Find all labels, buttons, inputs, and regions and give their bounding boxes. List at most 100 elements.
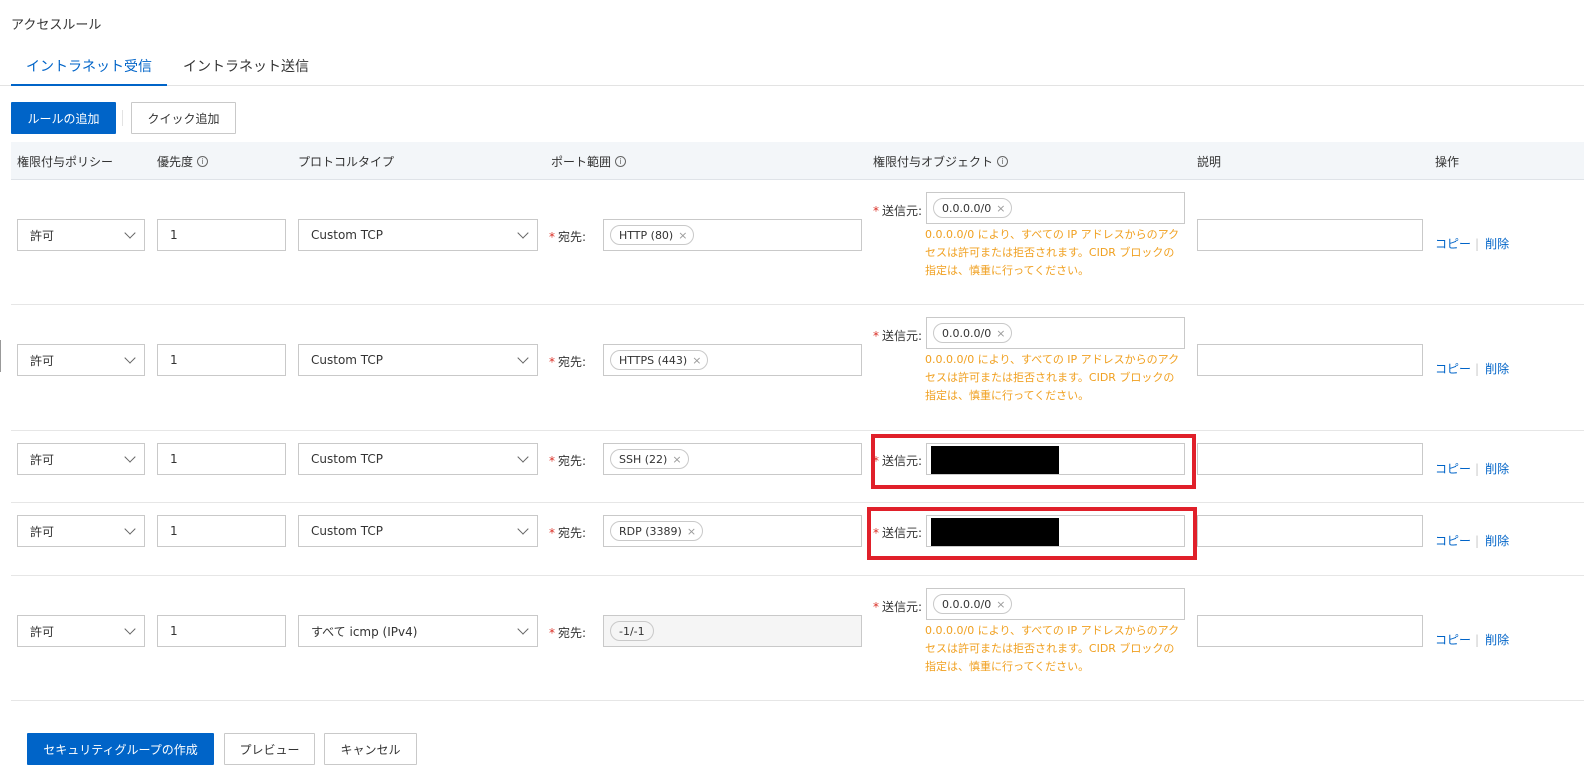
source-field[interactable]: 0.0.0.0/0 × — [926, 588, 1185, 620]
priority-input[interactable]: 1 — [157, 443, 286, 475]
preview-button[interactable]: プレビュー — [224, 733, 315, 765]
source-tag-label: 0.0.0.0/0 — [942, 201, 992, 215]
chevron-down-icon — [517, 227, 529, 239]
close-icon[interactable]: × — [996, 202, 1005, 215]
protocol-select[interactable]: Custom TCP — [298, 443, 538, 475]
port-tag-label: HTTP (80) — [619, 228, 674, 242]
action-separator: | — [1475, 461, 1480, 476]
tab-intranet-inbound[interactable]: イントラネット受信 — [11, 56, 167, 86]
header-auth-object: 権限付与オブジェクト i — [873, 153, 1009, 170]
table-row: 許可 1 Custom TCP * 宛先: HTTP (80) × * 送信元: 0.… — [11, 180, 1584, 305]
highlight-box — [871, 434, 1196, 489]
info-icon[interactable]: i — [197, 156, 209, 167]
delete-link[interactable]: 削除 — [1485, 532, 1509, 549]
description-input[interactable] — [1197, 443, 1423, 475]
port-tag: HTTP (80) × — [610, 225, 695, 245]
description-input[interactable] — [1197, 344, 1423, 376]
close-icon[interactable]: × — [678, 229, 687, 242]
chevron-down-icon — [517, 451, 529, 463]
delete-link[interactable]: 削除 — [1485, 460, 1509, 477]
close-icon[interactable]: × — [687, 525, 696, 538]
create-security-group-button[interactable]: セキュリティグループの作成 — [27, 733, 214, 765]
chevron-down-icon — [517, 623, 529, 635]
description-input[interactable] — [1197, 615, 1423, 647]
close-icon[interactable]: × — [996, 327, 1005, 340]
protocol-value: Custom TCP — [311, 353, 384, 367]
policy-select[interactable]: 許可 — [17, 344, 145, 376]
tab-intranet-outbound[interactable]: イントラネット送信 — [183, 56, 309, 86]
table-row: 許可 1 Custom TCP * 宛先: SSH (22) × * 送信元: コピー… — [11, 431, 1584, 503]
table-header: 権限付与ポリシー 優先度 i プロトコルタイプ ポート範囲 i 権限付与オブジェクト… — [11, 142, 1584, 180]
table-row: 許可 1 Custom TCP * 宛先: RDP (3389) × * 送信元: コ… — [11, 503, 1584, 576]
port-range-field[interactable]: HTTP (80) × — [603, 219, 862, 251]
policy-value: 許可 — [30, 452, 55, 467]
cancel-button[interactable]: キャンセル — [324, 733, 417, 765]
priority-input[interactable]: 1 — [157, 615, 286, 647]
dest-label-text: 宛先: — [558, 526, 587, 540]
close-icon[interactable]: × — [996, 598, 1005, 611]
copy-link[interactable]: コピー — [1435, 235, 1471, 252]
highlight-box — [867, 507, 1197, 560]
header-policy: 権限付与ポリシー — [17, 153, 113, 170]
source-tag: 0.0.0.0/0 × — [933, 594, 1013, 614]
action-separator: | — [1475, 533, 1480, 548]
header-policy-label: 権限付与ポリシー — [17, 155, 114, 169]
protocol-value: すべて icmp (IPv4) — [311, 624, 418, 639]
policy-value: 許可 — [30, 524, 55, 539]
action-separator: | — [1475, 361, 1480, 376]
protocol-select[interactable]: Custom TCP — [298, 515, 538, 547]
header-priority-label: 優先度 — [157, 155, 194, 169]
delete-link[interactable]: 削除 — [1485, 631, 1509, 648]
protocol-select[interactable]: Custom TCP — [298, 344, 538, 376]
priority-input[interactable]: 1 — [157, 219, 286, 251]
copy-link[interactable]: コピー — [1435, 360, 1471, 377]
delete-link[interactable]: 削除 — [1485, 360, 1509, 377]
description-input[interactable] — [1197, 515, 1423, 547]
copy-link[interactable]: コピー — [1435, 631, 1471, 648]
chevron-down-icon — [124, 352, 136, 364]
source-field[interactable]: 0.0.0.0/0 × — [926, 317, 1185, 349]
priority-input[interactable]: 1 — [157, 344, 286, 376]
quick-add-button[interactable]: クイック追加 — [131, 102, 236, 134]
dest-label: * 宛先: — [549, 626, 587, 640]
policy-select[interactable]: 許可 — [17, 615, 145, 647]
port-range-field[interactable]: SSH (22) × — [603, 443, 862, 475]
copy-link[interactable]: コピー — [1435, 460, 1471, 477]
port-tag-label: -1/-1 — [619, 624, 645, 638]
port-tag: HTTPS (443) × — [610, 350, 709, 370]
source-label: * 送信元: — [873, 600, 923, 614]
cidr-warning: 0.0.0.0/0 により、すべての IP アドレスからのアクセスは許可または拒… — [925, 228, 1180, 277]
policy-value: 許可 — [30, 353, 55, 368]
dest-label: * 宛先: — [549, 526, 587, 540]
dest-label-text: 宛先: — [558, 626, 587, 640]
policy-select[interactable]: 許可 — [17, 219, 145, 251]
protocol-select[interactable]: すべて icmp (IPv4) — [298, 615, 538, 647]
cidr-warning: 0.0.0.0/0 により、すべての IP アドレスからのアクセスは許可または拒… — [925, 353, 1180, 402]
priority-input[interactable]: 1 — [157, 515, 286, 547]
dest-label: * 宛先: — [549, 230, 587, 244]
dest-label: * 宛先: — [549, 355, 587, 369]
port-range-field[interactable]: HTTPS (443) × — [603, 344, 862, 376]
header-port-range: ポート範囲 i — [551, 153, 627, 170]
info-icon[interactable]: i — [615, 156, 627, 167]
policy-select[interactable]: 許可 — [17, 515, 145, 547]
delete-link[interactable]: 削除 — [1485, 235, 1509, 252]
copy-link[interactable]: コピー — [1435, 532, 1471, 549]
protocol-value: Custom TCP — [311, 524, 384, 538]
policy-value: 許可 — [30, 624, 55, 639]
source-field[interactable]: 0.0.0.0/0 × — [926, 192, 1185, 224]
close-icon[interactable]: × — [692, 354, 701, 367]
close-icon[interactable]: × — [672, 453, 681, 466]
policy-value: 許可 — [30, 228, 55, 243]
description-input[interactable] — [1197, 219, 1423, 251]
header-auth-object-label: 権限付与オブジェクト — [873, 155, 994, 169]
add-rule-button[interactable]: ルールの追加 — [11, 102, 116, 134]
info-icon[interactable]: i — [997, 156, 1009, 167]
protocol-value: Custom TCP — [311, 452, 384, 466]
dest-label-text: 宛先: — [558, 355, 587, 369]
chevron-down-icon — [124, 451, 136, 463]
protocol-select[interactable]: Custom TCP — [298, 219, 538, 251]
port-range-field[interactable]: RDP (3389) × — [603, 515, 862, 547]
policy-select[interactable]: 許可 — [17, 443, 145, 475]
cidr-warning: 0.0.0.0/0 により、すべての IP アドレスからのアクセスは許可または拒… — [925, 624, 1180, 673]
